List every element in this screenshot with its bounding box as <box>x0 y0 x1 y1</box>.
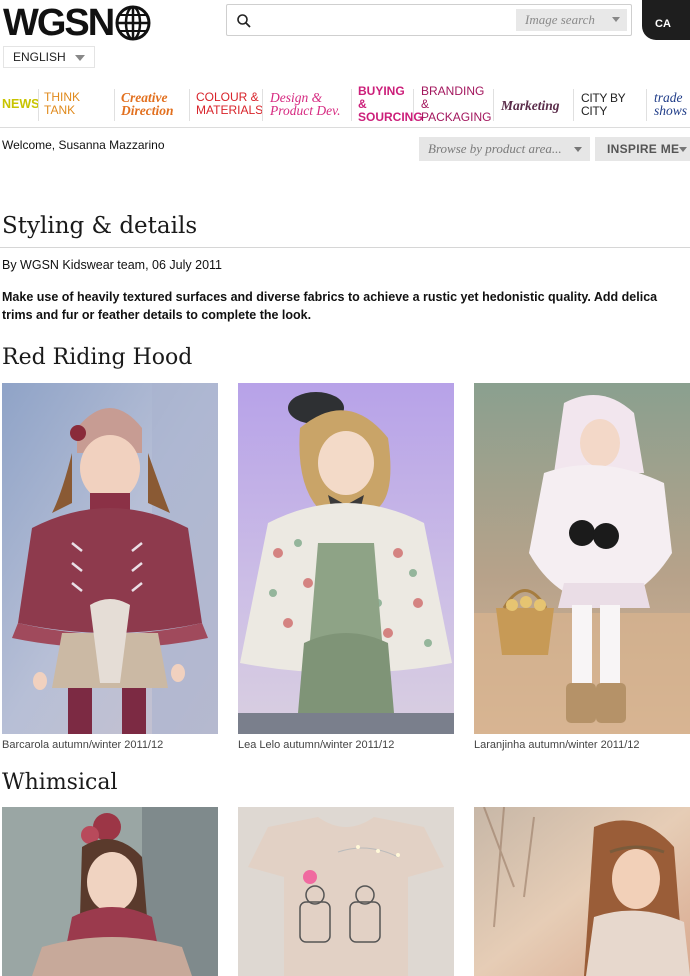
nav-item-label: CITY BY CITY <box>581 91 626 118</box>
nav-item-creative-direction[interactable]: Creative Direction <box>121 86 189 122</box>
search-icon[interactable] <box>236 13 252 29</box>
language-label: ENGLISH <box>13 50 66 64</box>
photo-caption: Lea Lelo autumn/winter 2011/12 <box>238 739 395 751</box>
nav-item-label: Product Dev. <box>270 103 341 118</box>
chevron-down-icon <box>75 55 85 61</box>
divider <box>0 247 690 248</box>
inspire-label: INSPIRE ME <box>607 142 680 156</box>
nav-item-label: THINK TANK <box>44 90 80 117</box>
photo-caption: Barcarola autumn/winter 2011/12 <box>2 739 164 751</box>
nav-item-buying-sourcing[interactable]: BUYING & SOURCING <box>358 83 423 124</box>
byline: By WGSN Kidswear team, 06 July 2011 <box>2 258 222 272</box>
look-photo-laranjinha[interactable] <box>474 383 690 734</box>
search-type-label: Image search <box>525 12 595 27</box>
cart-label: CA <box>655 18 671 30</box>
inspire-me-button[interactable]: INSPIRE ME <box>595 137 690 161</box>
search-type-select[interactable]: Image search <box>516 9 627 31</box>
main-nav: NEWS THINK TANK Creative Direction COLOU… <box>0 83 690 128</box>
chevron-down-icon <box>574 147 582 152</box>
wgsn-logo[interactable]: WGSN <box>3 3 151 43</box>
intro-line: Make use of heavily textured surfaces an… <box>2 290 658 304</box>
nav-divider <box>493 89 494 121</box>
nav-item-label: BRANDING & <box>421 83 485 111</box>
cart-tab[interactable]: CA <box>642 0 690 40</box>
nav-divider <box>262 89 263 121</box>
page-title: Styling & details <box>2 213 198 239</box>
nav-item-label: PACKAGING <box>421 109 492 124</box>
look-photo-barcarola[interactable] <box>2 383 218 734</box>
chevron-down-icon <box>679 147 687 152</box>
photo-image <box>238 807 454 976</box>
nav-item-label: shows <box>654 103 688 118</box>
nav-divider <box>646 89 647 121</box>
nav-item-label: Marketing <box>501 97 560 113</box>
globe-icon <box>115 5 151 41</box>
photo-image <box>474 383 690 734</box>
look-photo-lea-lelo[interactable] <box>238 383 454 734</box>
photo-image <box>2 383 218 734</box>
nav-item-trade-shows[interactable]: trade shows <box>654 86 690 122</box>
photo-image <box>474 807 690 976</box>
nav-item-news[interactable]: NEWS <box>2 86 42 122</box>
nav-divider <box>351 89 352 121</box>
nav-item-marketing[interactable]: Marketing <box>501 86 571 122</box>
intro-text: Make use of heavily textured surfaces an… <box>2 288 690 324</box>
nav-divider <box>114 89 115 121</box>
nav-item-label: SOURCING <box>358 109 423 124</box>
nav-item-city-by-city[interactable]: CITY BY CITY <box>581 86 643 122</box>
nav-divider <box>189 89 190 121</box>
browse-label: Browse by product area... <box>428 141 562 156</box>
nav-item-label: Direction <box>121 103 174 118</box>
nav-item-colour-materials[interactable]: COLOUR & MATERIALS <box>196 86 264 122</box>
welcome-message: Welcome, Susanna Mazzarino <box>2 138 165 152</box>
photo-image <box>2 807 218 976</box>
nav-item-design-product-dev[interactable]: Design & Product Dev. <box>270 86 350 122</box>
nav-item-branding-packaging[interactable]: BRANDING & PACKAGING <box>421 83 492 124</box>
nav-item-label: NEWS <box>2 96 40 111</box>
language-select[interactable]: ENGLISH <box>3 46 95 68</box>
photo-image <box>238 383 454 734</box>
nav-divider <box>573 89 574 121</box>
nav-item-label: MATERIALS <box>196 103 264 117</box>
nav-item-think-tank[interactable]: THINK TANK <box>44 86 114 122</box>
nav-item-label: BUYING & <box>358 83 405 111</box>
browse-product-select[interactable]: Browse by product area... <box>419 137 590 161</box>
intro-line: trims and fur or feather details to comp… <box>2 308 312 322</box>
search-bar: Image search <box>226 4 632 36</box>
look-photo-whimsical-1[interactable] <box>2 807 218 976</box>
chevron-down-icon <box>612 17 620 22</box>
look-photo-whimsical-3[interactable] <box>474 807 690 976</box>
nav-divider <box>38 89 39 121</box>
nav-divider <box>413 89 414 121</box>
section-heading-red-riding-hood: Red Riding Hood <box>2 345 193 370</box>
look-photo-whimsical-2[interactable] <box>238 807 454 976</box>
section-heading-whimsical: Whimsical <box>2 770 118 795</box>
logo-text: WGSN <box>3 2 115 44</box>
photo-caption: Laranjinha autumn/winter 2011/12 <box>474 739 640 751</box>
search-input[interactable] <box>257 9 537 31</box>
